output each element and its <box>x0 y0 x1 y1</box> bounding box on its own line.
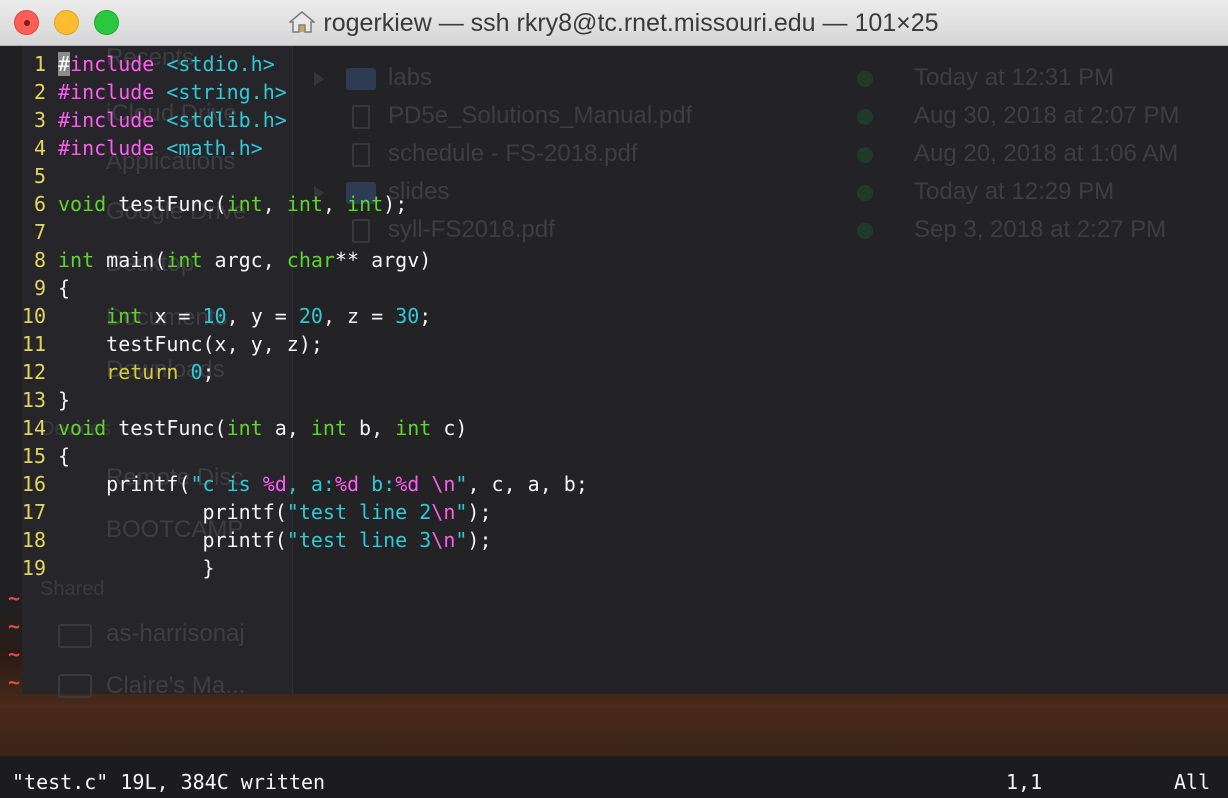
code-text[interactable]: printf("test line 2\n"); <box>58 500 491 524</box>
line-number: 1 <box>33 52 46 76</box>
vim-cursor-position: 1,1 <box>1006 770 1043 794</box>
code-line[interactable]: 11 testFunc(x, y, z); <box>0 330 323 358</box>
line-number: 16 <box>21 472 46 496</box>
line-number: 4 <box>33 136 46 160</box>
empty-line-marker: ~ <box>8 670 21 694</box>
code-line[interactable]: 2 #include <string.h> <box>0 78 287 106</box>
code-text[interactable]: int x = 10, y = 20, z = 30; <box>58 304 431 328</box>
line-number: 8 <box>33 248 46 272</box>
window-title: rogerkiew — ssh rkry8@tc.rnet.missouri.e… <box>0 0 1228 46</box>
empty-line-marker: ~ <box>8 586 21 610</box>
code-line[interactable]: 12 return 0; <box>0 358 215 386</box>
empty-line-marker: ~ <box>8 642 21 666</box>
code-line[interactable]: 9{ <box>0 274 70 302</box>
code-line[interactable]: 4 #include <math.h> <box>0 134 263 162</box>
code-line[interactable]: 3 #include <stdlib.h> <box>0 106 287 134</box>
house-icon <box>289 11 316 33</box>
code-text[interactable]: #include <string.h> <box>58 80 287 104</box>
code-text[interactable]: int main(int argc, char** argv) <box>58 248 431 272</box>
code-text[interactable]: #include <stdlib.h> <box>58 108 287 132</box>
line-number: 11 <box>21 332 46 356</box>
title-bar: rogerkiew — ssh rkry8@tc.rnet.missouri.e… <box>0 0 1228 46</box>
code-line[interactable]: 16 printf("c is %d, a:%d b:%d \n", c, a,… <box>0 470 588 498</box>
line-number: 15 <box>21 444 46 468</box>
code-text[interactable]: void testFunc(int a, int b, int c) <box>58 416 467 440</box>
code-line[interactable]: 8 int main(int argc, char** argv) <box>0 246 431 274</box>
line-number: 6 <box>33 192 46 216</box>
vim-scroll-indicator: All <box>1174 770 1211 794</box>
terminal-view[interactable]: 1 #include <stdio.h> 2 #include <string.h> 3… <box>0 46 1228 794</box>
code-line[interactable]: 5 <box>0 162 58 190</box>
line-number: 9 <box>33 276 46 300</box>
window-title-text: rogerkiew — ssh rkry8@tc.rnet.missouri.e… <box>323 9 939 37</box>
code-text[interactable]: { <box>58 444 70 468</box>
line-number: 13 <box>21 388 46 412</box>
code-text[interactable]: } <box>58 556 214 580</box>
code-text[interactable]: void testFunc(int, int, int); <box>58 192 407 216</box>
code-text[interactable]: } <box>58 388 70 412</box>
code-text[interactable]: #include <stdio.h> <box>58 52 275 76</box>
code-text[interactable]: return 0; <box>58 360 214 384</box>
code-line[interactable]: 6 void testFunc(int, int, int); <box>0 190 407 218</box>
code-line[interactable]: 13} <box>0 386 70 414</box>
line-number: 14 <box>21 416 46 440</box>
code-line[interactable]: 14 void testFunc(int a, int b, int c) <box>0 414 468 442</box>
line-number: 18 <box>21 528 46 552</box>
line-number: 5 <box>33 164 46 188</box>
code-text[interactable]: { <box>58 276 70 300</box>
line-number: 12 <box>21 360 46 384</box>
code-text[interactable]: printf("c is %d, a:%d b:%d \n", c, a, b; <box>58 472 588 496</box>
line-number: 3 <box>33 108 46 132</box>
line-number: 10 <box>21 304 46 328</box>
code-line[interactable]: 17 printf("test line 2\n"); <box>0 498 492 526</box>
line-number: 17 <box>21 500 46 524</box>
code-line[interactable]: 10 int x = 10, y = 20, z = 30; <box>0 302 431 330</box>
line-number: 2 <box>33 80 46 104</box>
vim-status-message: "test.c" 19L, 384C written <box>12 770 326 794</box>
code-text[interactable]: #include <math.h> <box>58 136 263 160</box>
line-number: 7 <box>33 220 46 244</box>
code-text[interactable]: printf("test line 3\n"); <box>58 528 491 552</box>
code-line[interactable]: 19 } <box>0 554 215 582</box>
code-line[interactable]: 1 #include <stdio.h> <box>0 50 275 78</box>
code-line[interactable]: 18 printf("test line 3\n"); <box>0 526 492 554</box>
line-number: 19 <box>21 556 46 580</box>
empty-line-marker: ~ <box>8 614 21 638</box>
code-text[interactable]: testFunc(x, y, z); <box>58 332 323 356</box>
code-line[interactable]: 15 { <box>0 442 70 470</box>
code-line[interactable]: 7 <box>0 218 58 246</box>
